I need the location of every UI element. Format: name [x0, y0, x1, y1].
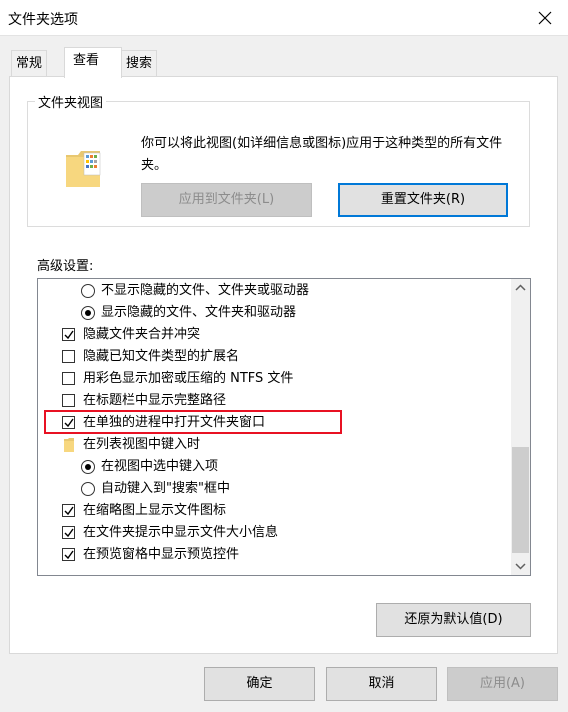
apply-button[interactable]: 应用(A): [447, 667, 558, 701]
radio-button[interactable]: [81, 284, 95, 298]
folder-views-description: 你可以将此视图(如详细信息或图标)应用于这种类型的所有文件夹。: [141, 136, 503, 173]
folder-view-icon: [66, 151, 101, 187]
advanced-settings-label: 高级设置:: [37, 259, 94, 274]
scroll-down-button[interactable]: [511, 557, 530, 575]
list-item-label: 在预览窗格中显示预览控件: [83, 547, 240, 562]
radio-button[interactable]: [81, 460, 95, 474]
check-icon: [64, 550, 74, 560]
checkbox[interactable]: [62, 394, 75, 407]
list-item-label: 在列表视图中键入时: [83, 437, 201, 452]
check-icon: [64, 528, 74, 538]
reset-folders-label: 重置文件夹(R): [380, 192, 466, 207]
annotation-highlight-box: [44, 410, 342, 434]
apply-to-folders-button[interactable]: 应用到文件夹(L): [141, 183, 312, 217]
close-button[interactable]: [522, 0, 568, 36]
check-icon: [64, 330, 74, 340]
restore-defaults-button[interactable]: 还原为默认值(D): [376, 603, 531, 637]
list-item-label: 在文件夹提示中显示文件大小信息: [83, 525, 279, 540]
checkbox[interactable]: [62, 350, 75, 363]
ok-button[interactable]: 确定: [204, 667, 315, 701]
cancel-button[interactable]: 取消: [326, 667, 437, 701]
folder-views-legend: 文件夹视图: [38, 96, 104, 111]
tab-view[interactable]: 查看: [64, 47, 122, 78]
tab-search[interactable]: 搜索: [121, 50, 158, 76]
checkbox[interactable]: [62, 372, 75, 385]
folder-views-group: 文件夹视图 你可以将此视图(如详细信息或图标)应用于这种类型的所有文件夹。 应用…: [27, 92, 530, 227]
folder-icon: [64, 438, 74, 452]
vertical-scrollbar[interactable]: [511, 279, 530, 575]
window-title: 文件夹选项: [8, 12, 78, 28]
list-item-label: 用彩色显示加密或压缩的 NTFS 文件: [83, 371, 294, 386]
checkbox[interactable]: [62, 504, 75, 517]
list-item-label: 在标题栏中显示完整路径: [83, 393, 227, 408]
checkbox[interactable]: [62, 328, 75, 341]
close-icon: [538, 11, 552, 25]
reset-folders-button[interactable]: 重置文件夹(R): [338, 183, 508, 217]
list-item-label: 显示隐藏的文件、文件夹和驱动器: [101, 305, 297, 320]
check-icon: [64, 506, 74, 516]
checkbox[interactable]: [62, 526, 75, 539]
tab-general[interactable]: 常规: [11, 50, 48, 76]
list-item-label: 隐藏已知文件类型的扩展名: [83, 349, 240, 364]
chevron-up-icon: [515, 284, 526, 291]
title-bar: 文件夹选项: [0, 0, 568, 36]
scroll-thumb[interactable]: [512, 447, 529, 553]
radio-button[interactable]: [81, 482, 95, 496]
list-item-label: 不显示隐藏的文件、文件夹或驱动器: [101, 283, 310, 298]
scroll-up-button[interactable]: [511, 279, 530, 297]
list-item-label: 隐藏文件夹合并冲突: [83, 327, 201, 342]
chevron-down-icon: [515, 563, 526, 570]
list-item-label: 自动键入到"搜索"框中: [101, 481, 230, 496]
checkbox[interactable]: [62, 548, 75, 561]
radio-button[interactable]: [81, 306, 95, 320]
list-item-label: 在视图中选中键入项: [101, 459, 219, 474]
list-item-label: 在缩略图上显示文件图标: [83, 503, 227, 518]
